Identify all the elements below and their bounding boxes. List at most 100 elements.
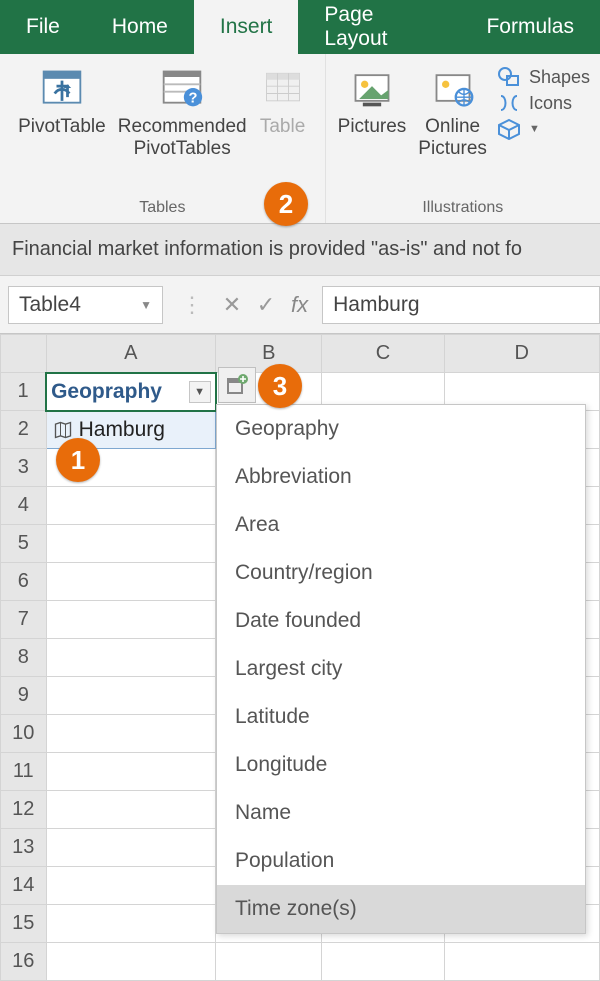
annotation-badge-3: 3 <box>258 364 302 408</box>
pivottable-button[interactable]: PivotTable <box>12 60 112 199</box>
dropdown-item[interactable]: Latitude <box>217 693 585 741</box>
row-header[interactable]: 8 <box>1 639 47 677</box>
cell[interactable] <box>46 563 216 601</box>
cell[interactable] <box>444 943 600 981</box>
row-header[interactable]: 5 <box>1 525 47 563</box>
row-header[interactable]: 16 <box>1 943 47 981</box>
fx-label[interactable]: fx <box>283 292 316 318</box>
ribbon-content: PivotTable ? Recommended PivotTables Tab… <box>0 54 600 224</box>
table-label: Table <box>260 116 305 138</box>
row-header[interactable]: 12 <box>1 791 47 829</box>
row-header[interactable]: 9 <box>1 677 47 715</box>
row-header[interactable]: 2 <box>1 411 47 449</box>
illustrations-extra: Shapes Icons ▼ <box>493 60 594 199</box>
row-header[interactable]: 14 <box>1 867 47 905</box>
row-header[interactable]: 13 <box>1 829 47 867</box>
dropdown-item[interactable]: Area <box>217 501 585 549</box>
tab-formulas[interactable]: Formulas <box>460 0 600 54</box>
pivottable-icon <box>38 64 86 112</box>
tab-file[interactable]: File <box>0 0 86 54</box>
icons-label: Icons <box>529 93 572 114</box>
pictures-icon <box>348 64 396 112</box>
dropdown-item[interactable]: Geopraphy <box>217 405 585 453</box>
dropdown-item[interactable]: Date founded <box>217 597 585 645</box>
recommended-pivottables-label: Recommended PivotTables <box>118 116 247 160</box>
dropdown-item[interactable]: Population <box>217 837 585 885</box>
row-header[interactable]: 10 <box>1 715 47 753</box>
shapes-button[interactable]: Shapes <box>497 66 590 88</box>
cell[interactable]: Geopraphy ▼ <box>46 373 216 411</box>
annotation-badge-2: 2 <box>264 182 308 226</box>
annotation-badge-1: 1 <box>56 438 100 482</box>
cell[interactable] <box>46 601 216 639</box>
table-icon <box>259 64 307 112</box>
dropdown-item[interactable]: Abbreviation <box>217 453 585 501</box>
table-header-label: Geopraphy <box>51 380 162 404</box>
row-header[interactable]: 6 <box>1 563 47 601</box>
name-box[interactable]: Table4 ▼ <box>8 286 163 324</box>
chevron-down-icon: ▼ <box>529 123 540 135</box>
message-bar: Financial market information is provided… <box>0 224 600 276</box>
icons-icon <box>497 92 521 114</box>
pivottable-label: PivotTable <box>18 116 106 138</box>
cell[interactable] <box>46 791 216 829</box>
cube-icon <box>497 118 521 140</box>
dropdown-item[interactable]: Largest city <box>217 645 585 693</box>
tab-home[interactable]: Home <box>86 0 194 54</box>
column-header-d[interactable]: D <box>444 335 600 373</box>
tab-insert[interactable]: Insert <box>194 0 299 54</box>
dropdown-item[interactable]: Time zone(s) <box>217 885 585 933</box>
row-header[interactable]: 3 <box>1 449 47 487</box>
dropdown-item[interactable]: Country/region <box>217 549 585 597</box>
icons-button[interactable]: Icons <box>497 92 590 114</box>
cell[interactable] <box>46 829 216 867</box>
formula-bar: Table4 ▼ ⋮ ✕ ✓ fx Hamburg <box>0 276 600 334</box>
online-pictures-button[interactable]: Online Pictures <box>412 60 493 199</box>
row-header[interactable]: 4 <box>1 487 47 525</box>
cell[interactable] <box>46 943 216 981</box>
cell[interactable] <box>46 753 216 791</box>
cell[interactable] <box>46 677 216 715</box>
filter-dropdown-button[interactable]: ▼ <box>189 381 211 403</box>
select-all-corner[interactable] <box>1 335 47 373</box>
group-label-illustrations: Illustrations <box>422 199 503 221</box>
cell[interactable] <box>46 525 216 563</box>
row-header[interactable]: 1 <box>1 373 47 411</box>
recommended-pivottables-button[interactable]: ? Recommended PivotTables <box>112 60 253 199</box>
tab-page-layout[interactable]: Page Layout <box>298 0 460 54</box>
column-header-c[interactable]: C <box>322 335 444 373</box>
cell[interactable] <box>322 943 444 981</box>
ribbon-group-illustrations: Pictures Online Pictures Shapes Icons <box>326 54 600 223</box>
add-column-icon <box>225 373 249 397</box>
row-header[interactable]: 7 <box>1 601 47 639</box>
cell[interactable] <box>216 943 322 981</box>
formula-bar-input[interactable]: Hamburg <box>322 286 600 324</box>
row-header[interactable]: 15 <box>1 905 47 943</box>
table-button[interactable]: Table <box>253 60 313 199</box>
pictures-button[interactable]: Pictures <box>332 60 413 199</box>
pictures-label: Pictures <box>338 116 407 138</box>
cell[interactable] <box>46 905 216 943</box>
chevron-down-icon: ▼ <box>140 298 152 312</box>
dropdown-item[interactable]: Name <box>217 789 585 837</box>
spreadsheet-grid: A B C D 1Geopraphy▼2Hamburg3456789101112… <box>0 334 600 981</box>
cell-value: Hamburg <box>79 418 165 442</box>
accept-formula-button[interactable]: ✓ <box>249 292 283 318</box>
cell[interactable] <box>46 867 216 905</box>
cell[interactable] <box>46 715 216 753</box>
svg-text:?: ? <box>189 91 198 107</box>
recommended-pivottables-icon: ? <box>158 64 206 112</box>
divider: ⋮ <box>171 292 215 318</box>
row-header[interactable]: 11 <box>1 753 47 791</box>
3d-models-button[interactable]: ▼ <box>497 118 590 140</box>
ribbon-tabs: File Home Insert Page Layout Formulas <box>0 0 600 54</box>
cell[interactable] <box>46 639 216 677</box>
group-label-tables: Tables <box>139 199 185 221</box>
cell[interactable] <box>46 487 216 525</box>
cancel-formula-button[interactable]: ✕ <box>215 292 249 318</box>
map-icon <box>53 420 73 440</box>
column-header-a[interactable]: A <box>46 335 216 373</box>
dropdown-item[interactable]: Longitude <box>217 741 585 789</box>
insert-data-column-button[interactable] <box>218 367 256 403</box>
online-pictures-icon <box>429 64 477 112</box>
